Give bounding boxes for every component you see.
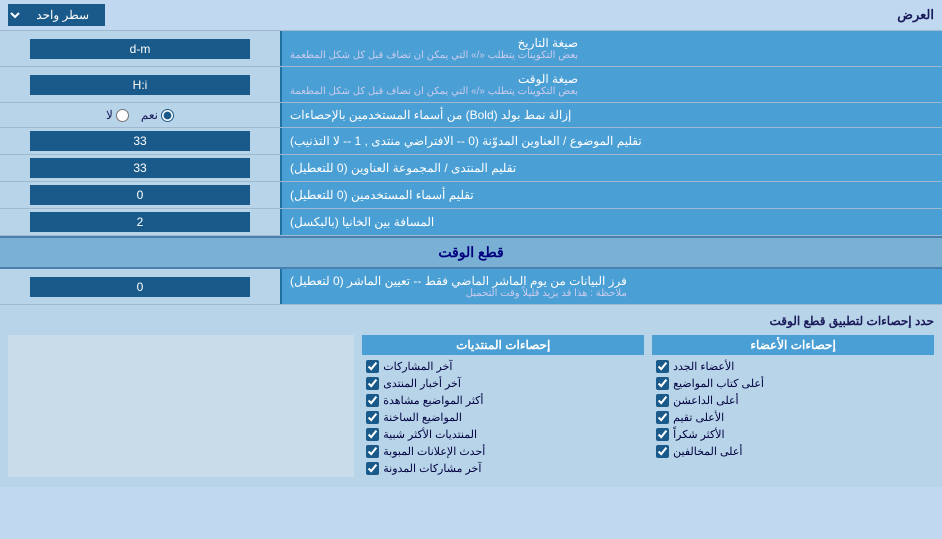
recent-ads-item: أحدث الإعلانات المبوبة: [362, 443, 644, 460]
col-members-title: إحصاءات الأعضاء: [652, 335, 934, 355]
top-raters-item: الأعلى تقيم: [652, 409, 934, 426]
new-members-item: الأعضاء الجدد: [652, 358, 934, 375]
last-collab-checkbox[interactable]: [366, 462, 379, 475]
most-thanked-checkbox[interactable]: [656, 428, 669, 441]
similar-forums-label: المنتديات الأكثر شبية: [383, 428, 477, 441]
users-align-input[interactable]: [30, 185, 250, 205]
checkbox-col-right: [8, 335, 354, 477]
time-format-label: صيغة الوقت بعض التكوينات يتطلب «/» التي …: [280, 67, 942, 102]
bold-remove-row: إزالة نمط بولد (Bold) من أسماء المستخدمي…: [0, 103, 942, 128]
users-align-row: تقليم أسماء المستخدمين (0 للتعطيل): [0, 182, 942, 209]
gap-label: المسافة بين الخانيا (بالبكسل): [280, 209, 942, 235]
hot-topics-checkbox[interactable]: [366, 411, 379, 424]
section-cutoff-header: قطع الوقت: [0, 236, 942, 269]
stats-section: حدد إحصاءات لتطبيق قطع الوقت إحصاءات الأ…: [0, 305, 942, 487]
users-align-input-area: [0, 182, 280, 208]
date-format-label: صيغة التاريخ بعض التكوينات يتطلب «/» الت…: [280, 31, 942, 66]
last-posts-label: آخر المشاركات: [383, 360, 452, 373]
top-lurkers-item: أعلى الداعشن: [652, 392, 934, 409]
gap-input-area: [0, 209, 280, 235]
most-viewed-label: أكثر المواضيع مشاهدة: [383, 394, 483, 407]
cutoff-label: فرز البيانات من يوم الماشر الماضي فقط --…: [280, 269, 942, 304]
display-select[interactable]: سطر واحد سطرين: [8, 4, 105, 26]
date-format-row: صيغة التاريخ بعض التكوينات يتطلب «/» الت…: [0, 31, 942, 67]
similar-forums-checkbox[interactable]: [366, 428, 379, 441]
bold-yes-radio[interactable]: [161, 109, 174, 122]
cutoff-input-area: [0, 269, 280, 304]
forum-group-label: تقليم المنتدى / المجموعة العناوين (0 للت…: [280, 155, 942, 181]
cutoff-input[interactable]: [30, 277, 250, 297]
bold-remove-label: إزالة نمط بولد (Bold) من أسماء المستخدمي…: [280, 103, 942, 127]
top-posters-item: أعلى كتاب المواضيع: [652, 375, 934, 392]
recent-ads-checkbox[interactable]: [366, 445, 379, 458]
gap-row: المسافة بين الخانيا (بالبكسل): [0, 209, 942, 236]
date-format-input[interactable]: [30, 39, 250, 59]
forum-group-row: تقليم المنتدى / المجموعة العناوين (0 للت…: [0, 155, 942, 182]
gap-input[interactable]: [30, 212, 250, 232]
display-row: العرض سطر واحد سطرين: [0, 0, 942, 31]
last-news-label: آخر أخبار المنتدى: [383, 377, 461, 390]
bold-no-radio[interactable]: [116, 109, 129, 122]
top-neg-label: أعلى المخالفين: [673, 445, 742, 458]
last-posts-item: آخر المشاركات: [362, 358, 644, 375]
checkboxes-area: إحصاءات الأعضاء الأعضاء الجدد أعلى كتاب …: [8, 331, 934, 481]
top-neg-item: أعلى المخالفين: [652, 443, 934, 460]
users-align-label: تقليم أسماء المستخدمين (0 للتعطيل): [280, 182, 942, 208]
top-lurkers-checkbox[interactable]: [656, 394, 669, 407]
top-neg-checkbox[interactable]: [656, 445, 669, 458]
last-news-checkbox[interactable]: [366, 377, 379, 390]
bold-no-label[interactable]: لا: [106, 108, 129, 122]
date-format-input-area: [0, 31, 280, 66]
col-forums-title: إحصاءات المنتديات: [362, 335, 644, 355]
stats-define-label: حدد إحصاءات لتطبيق قطع الوقت: [769, 314, 934, 328]
new-members-label: الأعضاء الجدد: [673, 360, 734, 373]
bold-remove-input-area: نعم لا: [0, 103, 280, 127]
top-raters-checkbox[interactable]: [656, 411, 669, 424]
top-lurkers-label: أعلى الداعشن: [673, 394, 738, 407]
similar-forums-item: المنتديات الأكثر شبية: [362, 426, 644, 443]
most-viewed-item: أكثر المواضيع مشاهدة: [362, 392, 644, 409]
forum-title-row: تقليم الموضوع / العناوين المدوّنة (0 -- …: [0, 128, 942, 155]
most-viewed-checkbox[interactable]: [366, 394, 379, 407]
last-posts-checkbox[interactable]: [366, 360, 379, 373]
time-format-row: صيغة الوقت بعض التكوينات يتطلب «/» التي …: [0, 67, 942, 103]
display-label: العرض: [897, 7, 934, 23]
last-collab-label: آخر مشاركات المدونة: [383, 462, 481, 475]
recent-ads-label: أحدث الإعلانات المبوبة: [383, 445, 485, 458]
hot-topics-label: المواضيع الساخنة: [383, 411, 462, 424]
most-thanked-item: الأكثر شكراً: [652, 426, 934, 443]
top-posters-label: أعلى كتاب المواضيع: [673, 377, 764, 390]
bold-yes-label[interactable]: نعم: [141, 108, 174, 122]
main-container: العرض سطر واحد سطرين صيغة التاريخ بعض ال…: [0, 0, 942, 487]
forum-title-input-area: [0, 128, 280, 154]
checkbox-col-members: إحصاءات الأعضاء الأعضاء الجدد أعلى كتاب …: [652, 335, 934, 477]
stats-define-row: حدد إحصاءات لتطبيق قطع الوقت: [8, 311, 934, 331]
hot-topics-item: المواضيع الساخنة: [362, 409, 644, 426]
forum-title-label: تقليم الموضوع / العناوين المدوّنة (0 -- …: [280, 128, 942, 154]
last-collab-item: آخر مشاركات المدونة: [362, 460, 644, 477]
top-raters-label: الأعلى تقيم: [673, 411, 724, 424]
time-format-input[interactable]: [30, 75, 250, 95]
forum-group-input-area: [0, 155, 280, 181]
new-members-checkbox[interactable]: [656, 360, 669, 373]
checkbox-col-forums: إحصاءات المنتديات آخر المشاركات آخر أخبا…: [362, 335, 644, 477]
forum-title-input[interactable]: [30, 131, 250, 151]
time-format-input-area: [0, 67, 280, 102]
last-news-item: آخر أخبار المنتدى: [362, 375, 644, 392]
top-posters-checkbox[interactable]: [656, 377, 669, 390]
most-thanked-label: الأكثر شكراً: [673, 428, 724, 441]
forum-group-input[interactable]: [30, 158, 250, 178]
cutoff-row: فرز البيانات من يوم الماشر الماضي فقط --…: [0, 269, 942, 305]
